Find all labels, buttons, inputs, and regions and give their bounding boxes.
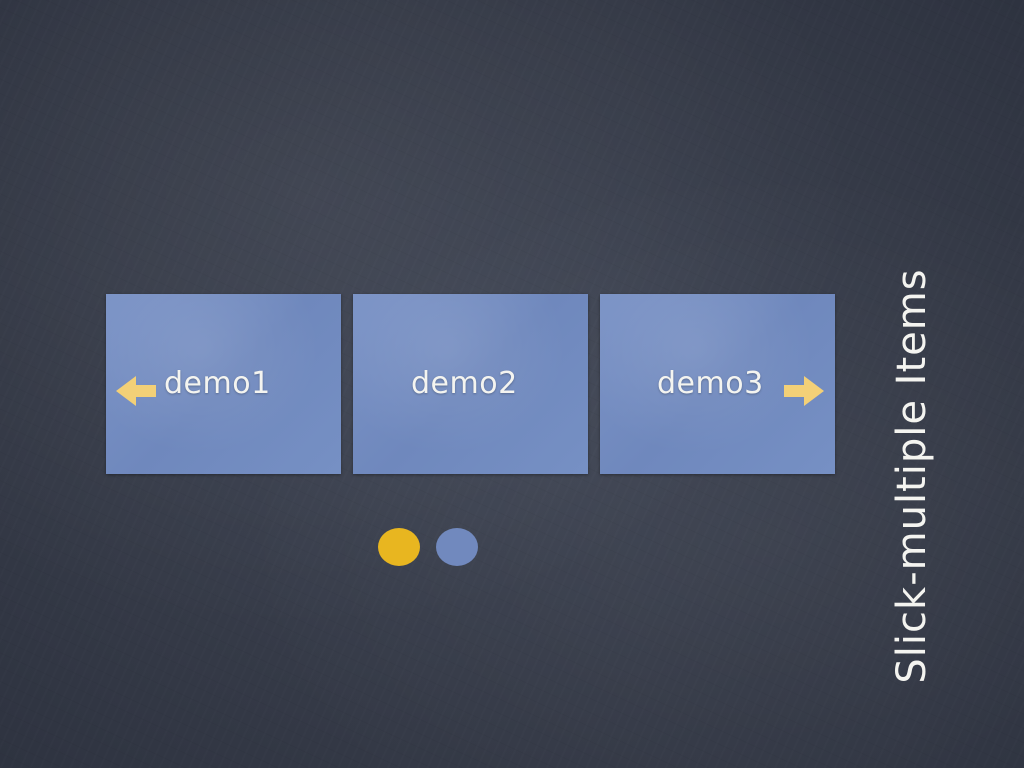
slide-title: Slick-multiple Items <box>889 268 935 684</box>
carousel-next-button[interactable] <box>782 374 826 408</box>
slide-label: demo3 <box>657 366 764 401</box>
arrow-left-icon <box>116 376 156 406</box>
slide-label: demo1 <box>164 366 271 401</box>
carousel-prev-button[interactable] <box>114 374 158 408</box>
slide-label: demo2 <box>411 366 518 401</box>
carousel-dot-2[interactable] <box>436 528 478 566</box>
carousel-slide-demo2[interactable]: demo2 <box>353 294 588 474</box>
arrow-right-icon <box>784 376 824 406</box>
carousel-dot-1-active[interactable] <box>378 528 420 566</box>
